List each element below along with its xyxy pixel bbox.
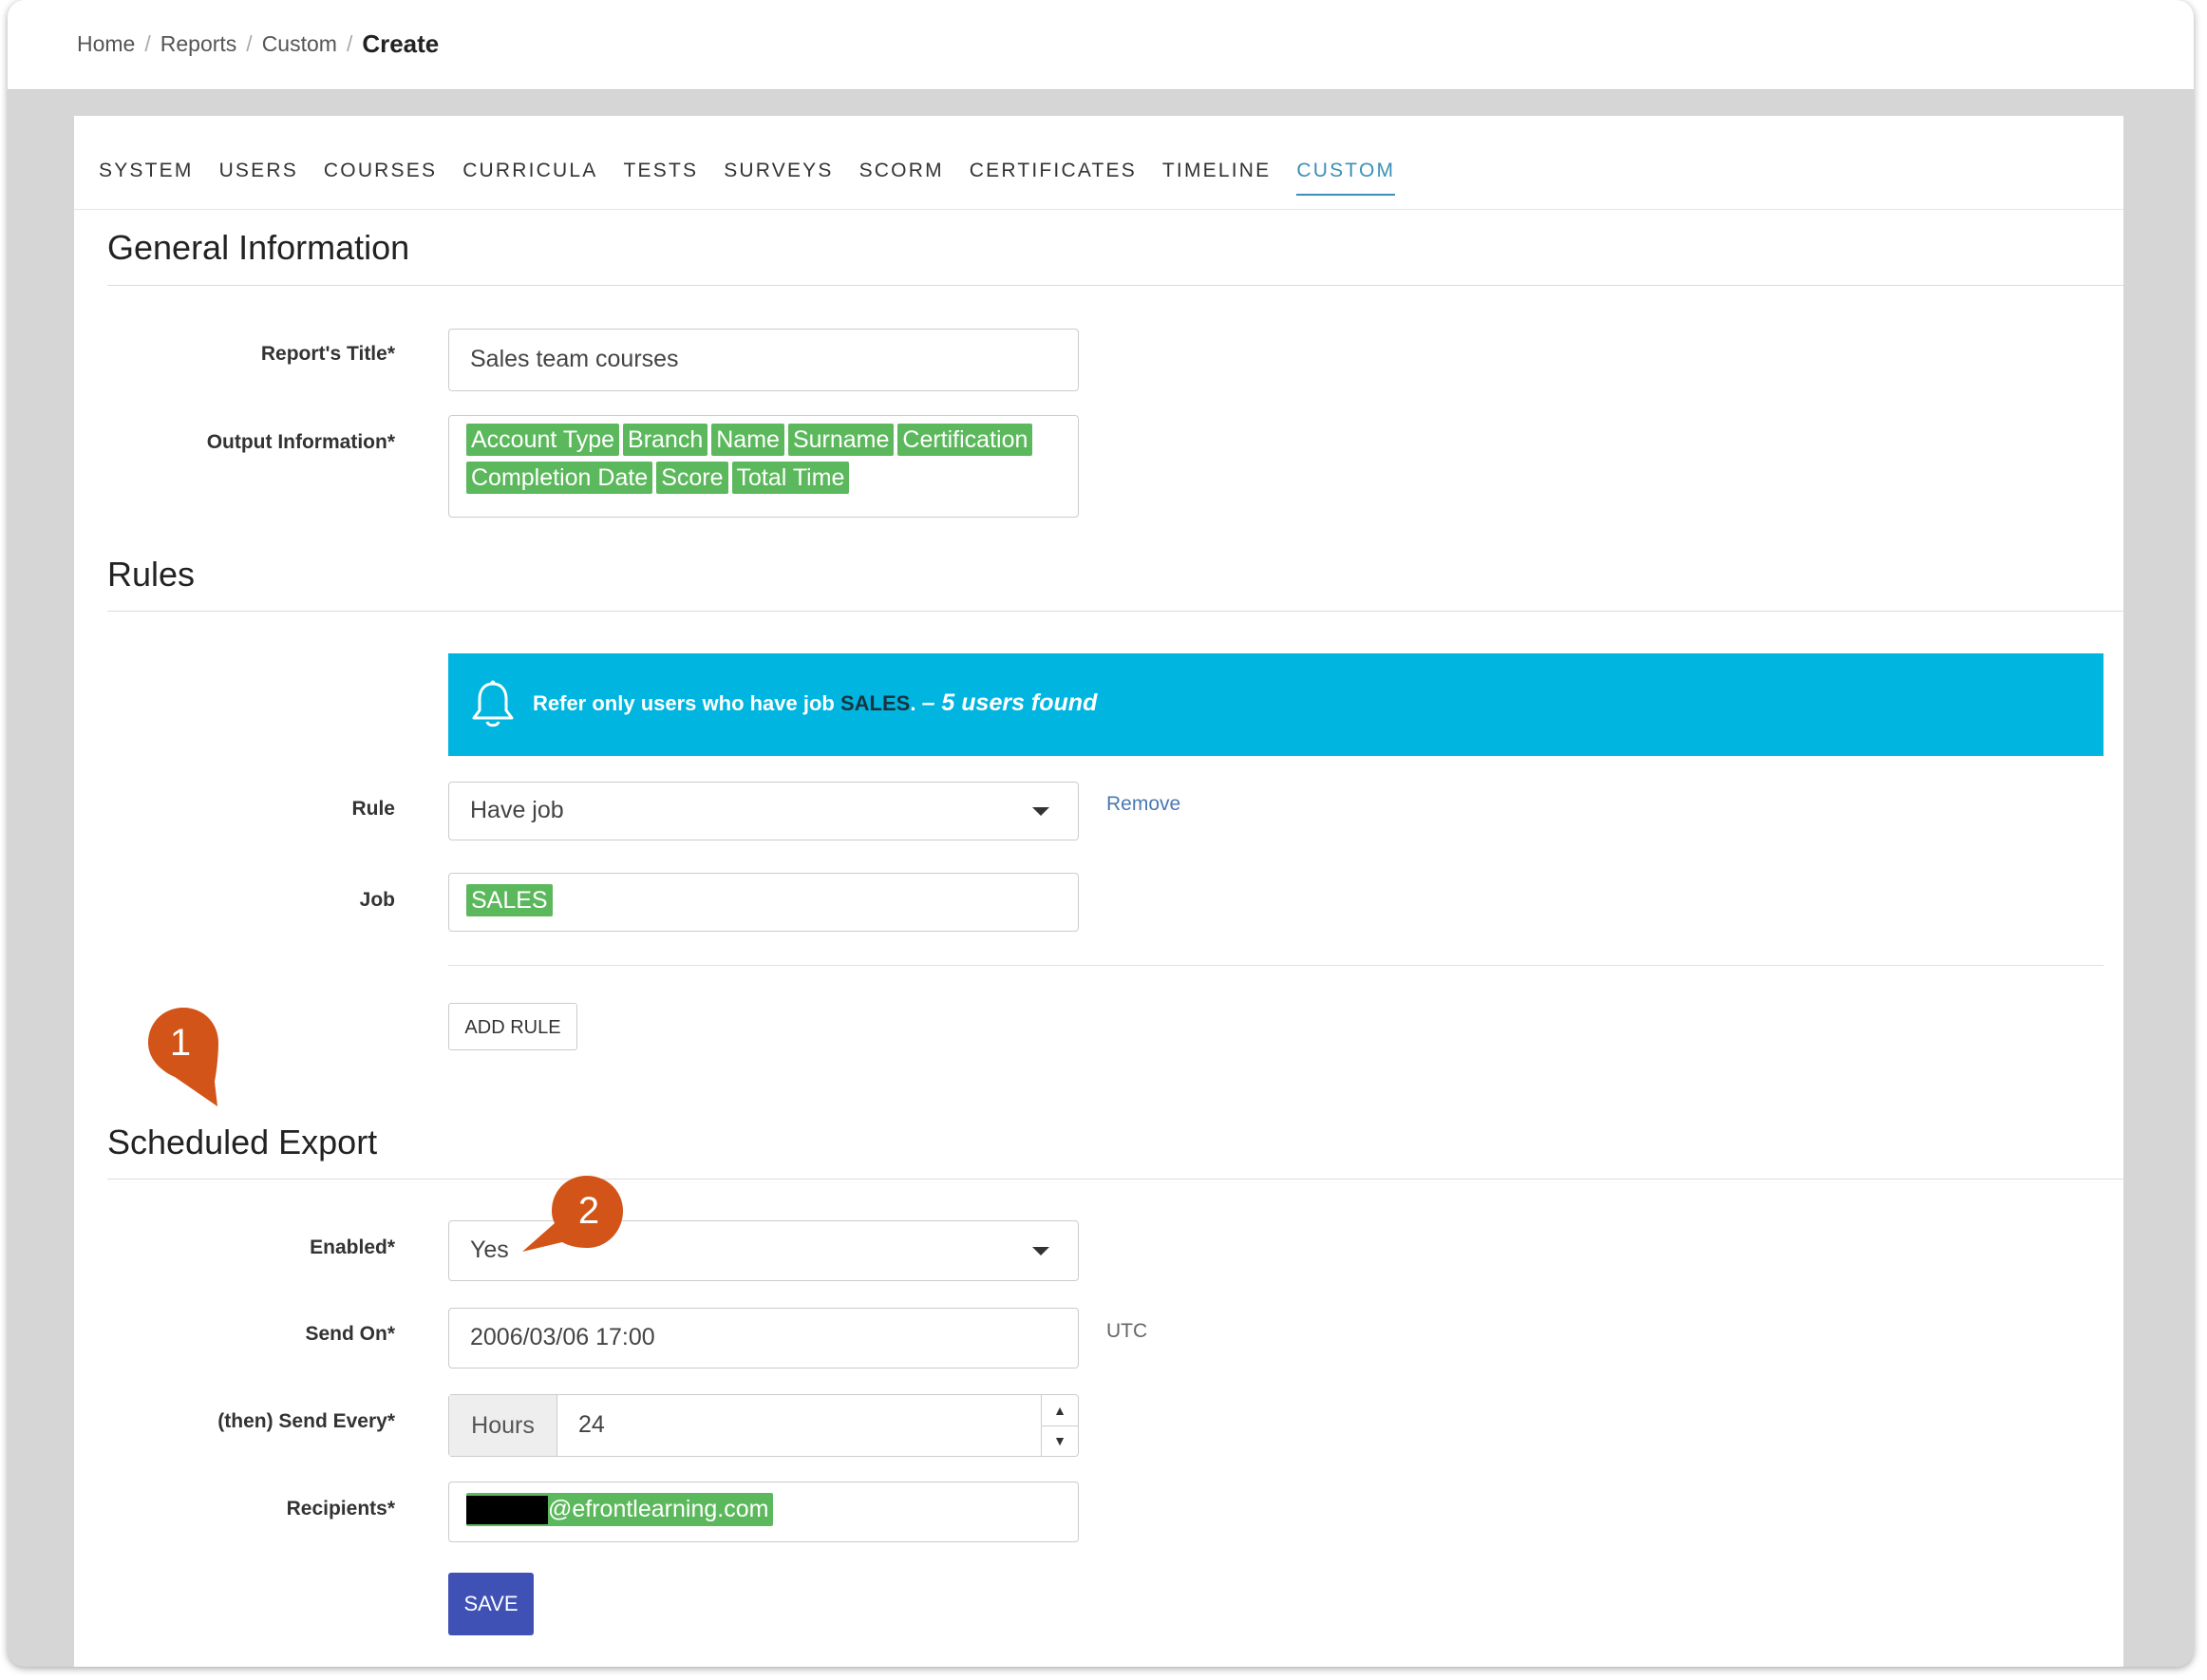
tab-curricula[interactable]: CURRICULA: [462, 154, 597, 194]
marker-1-label: 1: [170, 1022, 191, 1064]
alert-user-count: – 5 users found: [921, 689, 1098, 716]
output-tag[interactable]: Name: [711, 424, 784, 456]
output-tag[interactable]: Account Type: [466, 424, 620, 456]
timezone-label: UTC: [1106, 1320, 1148, 1342]
send-on-input[interactable]: 2006/03/06 17:00: [448, 1308, 1079, 1369]
redacted-block: [466, 1496, 548, 1525]
send-on-label: Send On*: [305, 1323, 395, 1345]
tab-system[interactable]: SYSTEM: [99, 154, 194, 194]
alert-prefix: Refer only users who have job: [533, 691, 840, 715]
output-information-label: Output Information*: [206, 431, 395, 453]
rule-label: Rule: [351, 798, 395, 820]
send-on-value: 2006/03/06 17:00: [470, 1324, 655, 1350]
rule-select[interactable]: Have job: [448, 782, 1079, 840]
tab-courses[interactable]: COURSES: [324, 154, 437, 194]
recipients-input[interactable]: @efrontlearning.com: [448, 1482, 1079, 1542]
output-tag[interactable]: Total Time: [731, 462, 850, 494]
callout-marker-2: 2: [522, 1176, 623, 1252]
rules-alert-text: Refer only users who have job SALES. – 5…: [533, 689, 1097, 717]
job-tag[interactable]: SALES: [466, 884, 553, 916]
report-tabs: SYSTEM USERS COURSES CURRICULA TESTS SUR…: [74, 154, 2123, 210]
output-tag[interactable]: Surname: [787, 424, 895, 456]
report-title-value: Sales team courses: [470, 346, 679, 372]
marker-2-label: 2: [578, 1190, 599, 1232]
send-every-value: 24: [578, 1411, 605, 1438]
output-tag[interactable]: Completion Date: [466, 462, 653, 494]
bell-icon: [472, 680, 514, 727]
rules-alert: Refer only users who have job SALES. – 5…: [448, 653, 2103, 756]
enabled-select-value: Yes: [470, 1236, 509, 1263]
recipients-label: Recipients*: [286, 1498, 395, 1520]
breadcrumb-custom[interactable]: Custom: [262, 31, 337, 57]
output-tag[interactable]: Branch: [623, 424, 708, 456]
breadcrumb-separator: /: [144, 31, 151, 56]
tab-certificates[interactable]: CERTIFICATES: [970, 154, 1137, 194]
tab-surveys[interactable]: SURVEYS: [724, 154, 833, 194]
report-title-label: Report's Title*: [260, 343, 395, 365]
section-divider: [107, 611, 2123, 612]
send-every-unit: Hours: [449, 1395, 557, 1456]
remove-rule-link[interactable]: Remove: [1106, 793, 1180, 816]
section-divider: [107, 1179, 2123, 1180]
output-tag[interactable]: Certification: [897, 424, 1033, 456]
callout-marker-1: 1: [148, 1008, 218, 1106]
chevron-down-icon: [1032, 807, 1049, 816]
spinner-up-icon[interactable]: ▲: [1042, 1395, 1078, 1425]
breadcrumb-reports[interactable]: Reports: [160, 31, 237, 57]
tab-custom[interactable]: CUSTOM: [1296, 154, 1396, 196]
tab-timeline[interactable]: TIMELINE: [1162, 154, 1271, 194]
send-every-input[interactable]: Hours 24 ▲ ▼: [448, 1394, 1079, 1457]
breadcrumb: Home / Reports / Custom / Create: [77, 29, 439, 59]
save-button[interactable]: SAVE: [448, 1573, 534, 1635]
rules-heading: Rules: [107, 555, 196, 594]
alert-job: SALES: [839, 691, 911, 715]
breadcrumb-home[interactable]: Home: [77, 31, 135, 57]
report-title-input[interactable]: Sales team courses: [448, 329, 1079, 391]
recipient-email: @efrontlearning.com: [548, 1496, 769, 1522]
window-frame: Home / Reports / Custom / Create SYSTEM …: [8, 0, 2194, 1667]
tab-users[interactable]: USERS: [219, 154, 298, 194]
recipient-tag[interactable]: @efrontlearning.com: [466, 1493, 774, 1527]
tab-tests[interactable]: TESTS: [624, 154, 699, 194]
output-tag[interactable]: Score: [656, 462, 728, 494]
chevron-down-icon: [1032, 1247, 1049, 1255]
tab-scorm[interactable]: SCORM: [859, 154, 944, 194]
job-label: Job: [359, 889, 395, 911]
job-input[interactable]: SALES: [448, 873, 1079, 932]
section-divider: [107, 285, 2123, 286]
add-rule-button[interactable]: ADD RULE: [448, 1003, 577, 1050]
main-panel: SYSTEM USERS COURSES CURRICULA TESTS SUR…: [74, 116, 2123, 1667]
breadcrumb-separator: /: [246, 31, 253, 56]
rule-divider: [448, 965, 2103, 966]
enabled-label: Enabled*: [310, 1236, 395, 1258]
top-bar: Home / Reports / Custom / Create: [8, 0, 2194, 90]
breadcrumb-separator: /: [346, 31, 353, 56]
alert-suffix: .: [910, 691, 922, 715]
number-spinner: ▲ ▼: [1041, 1395, 1078, 1456]
send-every-label: (then) Send Every*: [217, 1410, 395, 1432]
rule-select-value: Have job: [470, 797, 564, 823]
output-information-input[interactable]: Account Type Branch Name Surname Certificati…: [448, 415, 1079, 518]
scheduled-export-heading: Scheduled Export: [107, 1123, 378, 1161]
general-information-heading: General Information: [107, 228, 410, 267]
spinner-down-icon[interactable]: ▼: [1042, 1425, 1078, 1457]
breadcrumb-current: Create: [362, 29, 440, 58]
